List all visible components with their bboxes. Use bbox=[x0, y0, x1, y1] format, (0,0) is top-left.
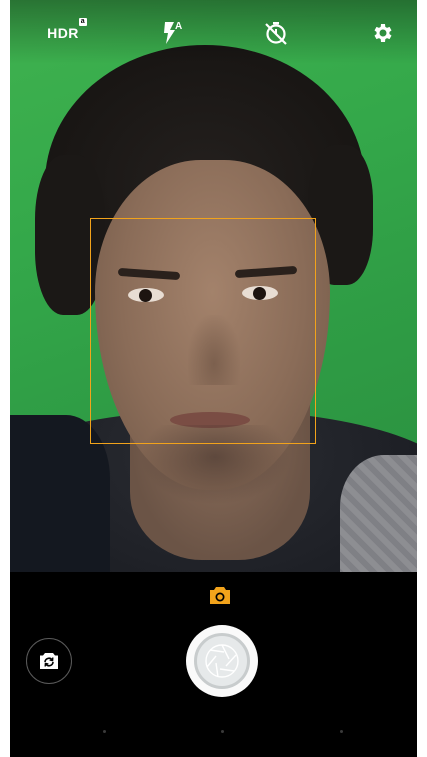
page-indicator-dot bbox=[103, 730, 106, 733]
flash-toggle[interactable]: A bbox=[152, 14, 190, 52]
shutter-button[interactable] bbox=[186, 625, 258, 697]
shutter-inner-ring bbox=[194, 633, 250, 689]
hdr-toggle[interactable]: HDR a bbox=[44, 14, 87, 52]
hdr-auto-badge: a bbox=[78, 18, 87, 26]
face-detection-box bbox=[90, 218, 316, 444]
hdr-icon: HDR a bbox=[47, 18, 87, 41]
preview-background-right bbox=[340, 455, 417, 572]
shutter-aperture-icon bbox=[205, 644, 239, 678]
camera-app: HDR a A bbox=[10, 0, 417, 757]
page-indicator-dot bbox=[221, 730, 224, 733]
flash-auto-icon: A bbox=[164, 21, 182, 44]
camera-mode-indicator[interactable] bbox=[207, 584, 233, 606]
page-indicator-dot bbox=[340, 730, 343, 733]
flash-mode-label: A bbox=[175, 21, 182, 32]
timer-toggle[interactable] bbox=[257, 14, 295, 52]
camera-top-bar: HDR a A bbox=[10, 0, 417, 64]
settings-button[interactable] bbox=[363, 14, 401, 52]
camera-viewfinder[interactable]: HDR a A bbox=[10, 0, 417, 572]
timer-off-icon bbox=[265, 22, 287, 45]
switch-camera-button[interactable] bbox=[26, 638, 72, 684]
camera-icon bbox=[210, 587, 230, 604]
camera-controls bbox=[10, 572, 417, 757]
settings-gear-icon bbox=[374, 24, 392, 42]
switch-camera-icon bbox=[40, 653, 58, 669]
